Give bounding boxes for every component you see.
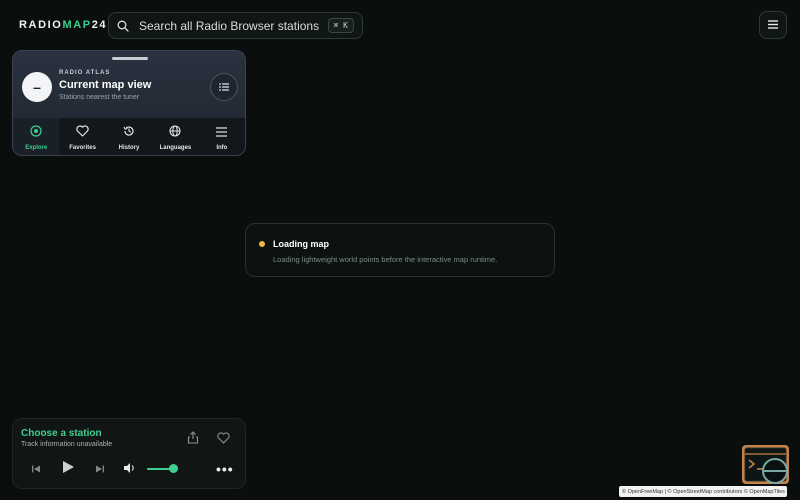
- collapse-button[interactable]: –: [22, 72, 52, 102]
- menu-icon: [216, 124, 228, 142]
- hamburger-icon: [768, 16, 778, 34]
- history-icon: [123, 124, 135, 142]
- play-icon: [62, 460, 74, 478]
- minus-icon: –: [33, 79, 41, 95]
- favorite-button[interactable]: [217, 431, 231, 445]
- tab-explore[interactable]: Explore: [13, 118, 60, 155]
- play-button[interactable]: [61, 460, 75, 478]
- logo-text: RADIO: [19, 19, 63, 31]
- share-icon: [187, 431, 199, 448]
- tab-languages[interactable]: Languages: [152, 118, 198, 155]
- station-list-button[interactable]: [210, 73, 238, 101]
- tab-label: Explore: [25, 145, 48, 151]
- share-button[interactable]: [187, 431, 201, 445]
- tab-label: Favorites: [69, 145, 96, 151]
- volume-icon: [124, 460, 136, 478]
- player-station-title[interactable]: Choose a station: [21, 428, 102, 439]
- tab-label: History: [118, 145, 140, 151]
- heart-icon: [76, 124, 89, 142]
- openmaptiles-link[interactable]: © OpenMapTiles: [744, 489, 785, 495]
- volume-slider-knob[interactable]: [168, 464, 178, 473]
- compass-icon: [30, 124, 42, 142]
- tab-favorites[interactable]: Favorites: [59, 118, 105, 155]
- logo-suffix-text: 24: [91, 19, 108, 31]
- openstreetmap-link[interactable]: © OpenStreetMap contributors: [668, 489, 743, 495]
- app-logo[interactable]: RADIOMAP24: [19, 19, 107, 31]
- heart-icon: [217, 431, 230, 448]
- tab-info[interactable]: Info: [199, 118, 245, 155]
- skip-forward-icon: [96, 460, 104, 478]
- logo-accent-text: MAP: [62, 19, 92, 31]
- player-track-info: Track information unavailable: [21, 441, 113, 448]
- more-options-button[interactable]: •••: [216, 462, 234, 476]
- loading-message: Loading lightweight world points before …: [273, 255, 498, 264]
- search-placeholder: Search all Radio Browser stations: [139, 18, 320, 33]
- tab-history[interactable]: History: [106, 118, 152, 155]
- previous-button[interactable]: [31, 464, 41, 474]
- audio-player: Choose a station Track information unava…: [12, 418, 246, 489]
- loading-map-card: Loading map Loading lightweight world po…: [245, 223, 555, 277]
- panel-title: Current map view: [59, 79, 152, 91]
- terminal-icon: [742, 445, 789, 484]
- search-icon: [117, 19, 131, 33]
- radio-atlas-panel: – RADIO ATLAS Current map view Stations …: [12, 50, 246, 156]
- loading-title: Loading map: [273, 239, 329, 249]
- keyboard-shortcut-badge: ⌘ K: [327, 18, 354, 33]
- console-widget[interactable]: [741, 444, 791, 488]
- list-icon: [219, 78, 229, 96]
- map-attribution: © OpenFreeMap | © OpenStreetMap contribu…: [619, 486, 787, 497]
- next-button[interactable]: [95, 464, 105, 474]
- tab-label: Languages: [159, 145, 192, 151]
- search-bar[interactable]: Search all Radio Browser stations ⌘ K: [108, 12, 363, 39]
- panel-subtitle: Stations nearest the tuner: [59, 94, 140, 101]
- mute-button[interactable]: [123, 463, 137, 475]
- drag-handle[interactable]: [112, 57, 148, 60]
- skip-back-icon: [32, 460, 40, 478]
- main-menu-button[interactable]: [759, 11, 787, 39]
- panel-tabs: Explore Favorites History Languages Info: [13, 118, 245, 155]
- globe-icon: [169, 124, 181, 142]
- openfreemap-link[interactable]: © OpenFreeMap: [622, 489, 663, 495]
- panel-header: – RADIO ATLAS Current map view Stations …: [13, 51, 245, 118]
- panel-eyebrow: RADIO ATLAS: [59, 70, 111, 76]
- loading-status-dot: [259, 241, 265, 247]
- tab-label: Info: [216, 145, 228, 151]
